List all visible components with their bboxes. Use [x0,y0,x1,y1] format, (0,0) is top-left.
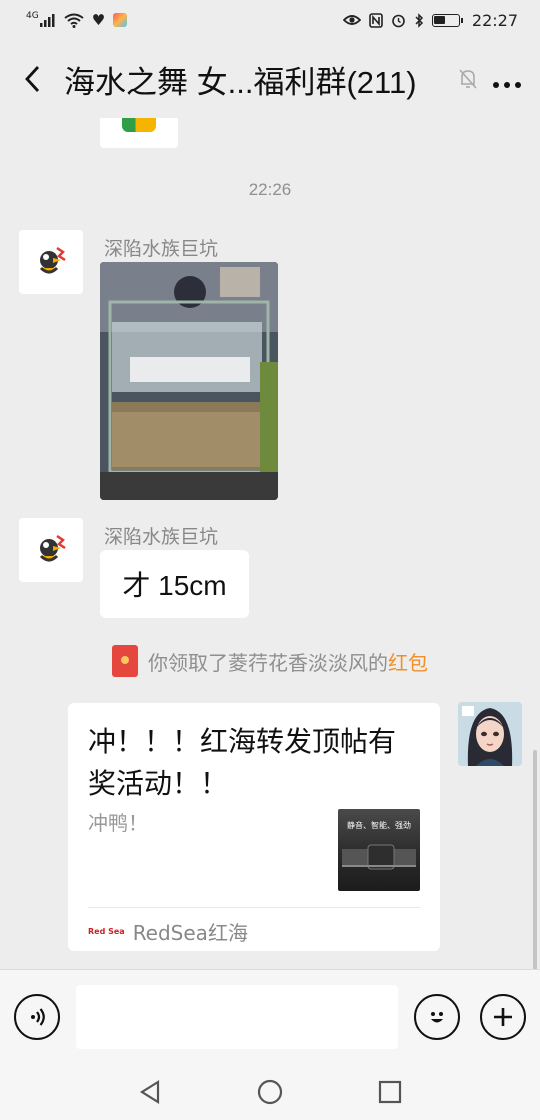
chevron-left-icon [25,66,40,92]
more-dots-icon [493,81,521,88]
card-divider [88,907,420,908]
red-packet-link[interactable]: 红包 [388,647,428,676]
health-app-icon: ♥ [91,11,106,29]
status-left: 4G ♥ [26,10,128,29]
message-timestamp: 22:26 [248,180,292,199]
aquarium-photo [100,262,278,500]
cartoon-duck-avatar-icon [39,534,66,562]
avatar[interactable] [19,518,83,582]
source-name: RedSea红海 [132,921,248,945]
sticker-message[interactable] [100,118,178,148]
card-description: 冲鸭！ [88,811,148,835]
pump-product-image [342,844,416,870]
chat-title: 海水之舞 女...福利群(211) [64,64,417,100]
chat-scrollbar[interactable] [533,750,537,970]
input-bar [0,969,540,1063]
system-navigation [0,1063,540,1120]
circle-home-icon[interactable] [257,1079,283,1105]
avatar[interactable] [19,230,83,294]
message-input[interactable] [76,984,398,1049]
bluetooth-icon [415,12,423,28]
status-time: 22:27 [471,10,518,30]
voice-button[interactable] [14,993,60,1040]
redsea-logo: Red Sea [88,927,125,936]
alarm-icon [392,14,405,27]
back-button[interactable] [18,59,46,99]
network-type-label: 4G [26,10,39,21]
status-right: 22:27 [342,10,518,30]
sticker-image [122,118,156,132]
system-text: 你领取了菱荇花香淡淡风的 [148,650,388,675]
sender-name: 深陷水族巨坑 [104,526,219,548]
nfc-icon [369,12,383,28]
more-functions-button[interactable] [480,993,526,1040]
status-bar: 4G ♥ 22:27 [0,0,540,40]
card-thumbnail: 静音、智能、强劲 [338,809,420,891]
triangle-back-icon[interactable] [138,1079,162,1105]
sender-name: 深陷水族巨坑 [104,238,219,260]
anime-girl-avatar-icon [458,702,522,766]
battery-icon [431,13,463,27]
my-avatar[interactable] [458,702,522,766]
square-recents-icon[interactable] [378,1080,402,1104]
card-source: Red Sea RedSea红海 [88,917,248,946]
emoji-button[interactable] [414,993,460,1040]
system-message: 你领取了菱荇花香淡淡风的 红包 [0,645,540,677]
cartoon-duck-avatar-icon [39,246,66,274]
bell-off-icon [459,69,477,89]
eye-comfort-icon [342,15,361,25]
voice-icon [31,1007,45,1026]
wifi-icon [64,13,84,28]
header-actions [458,63,522,96]
link-card-message[interactable]: 冲！！！红海转发顶帖有奖活动！！ 冲鸭！ 静音、智能、强劲 Red Sea Re… [68,703,440,951]
red-packet-icon [112,645,138,677]
plus-icon [494,1007,512,1026]
cell-signal-icon: 4G [26,10,56,27]
emoji-icon [431,1011,443,1022]
card-title: 冲！！！红海转发顶帖有奖活动！！ [88,725,397,800]
app-notification-icon [113,13,128,27]
more-button[interactable] [492,63,522,96]
chat-header: 海水之舞 女...福利群(211) [0,40,540,118]
image-message[interactable] [100,262,278,500]
text-message[interactable]: 才 15cm [100,550,249,618]
battery-level [434,16,445,24]
